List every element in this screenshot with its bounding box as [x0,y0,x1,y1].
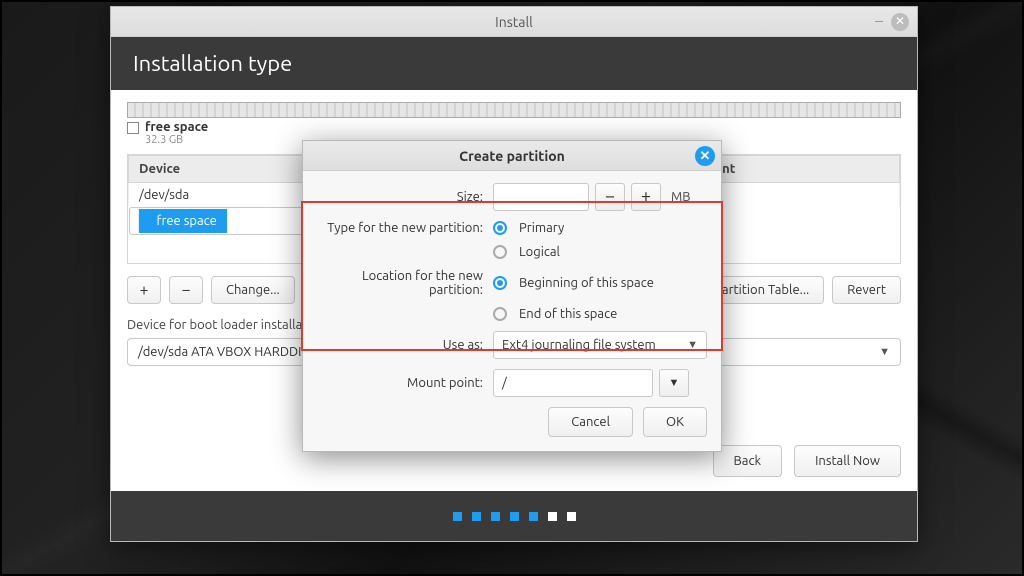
size-increment-button[interactable]: + [631,183,661,211]
remove-partition-button[interactable]: − [169,276,203,304]
dialog-close-icon[interactable]: ✕ [695,146,715,166]
step-pager [111,491,917,541]
radio-logical-label: Logical [519,245,560,259]
change-partition-button[interactable]: Change... [211,276,295,304]
pager-dot[interactable] [548,512,557,521]
chevron-down-icon: ▼ [687,339,698,351]
add-partition-button[interactable]: + [127,276,161,304]
radio-logical[interactable] [493,245,507,259]
chevron-down-icon: ▼ [879,346,890,358]
cell-device: free space [138,209,228,233]
create-partition-dialog: Create partition ✕ Size: − + MB Type for… [302,140,722,452]
size-input[interactable] [493,183,589,211]
size-unit: MB [671,190,691,204]
use-as-select[interactable]: Ext4 journaling file system ▼ [493,331,707,359]
dialog-titlebar: Create partition ✕ [303,141,721,171]
dialog-title: Create partition [459,148,565,164]
bootloader-device-value: /dev/sda ATA VBOX HARDDISK [138,345,316,359]
window-title: Install [495,14,533,30]
size-label: Size: [317,190,493,204]
wizard-nav: Back Install Now [713,445,901,477]
disk-usage-bar[interactable] [127,102,901,118]
ok-button[interactable]: OK [643,407,707,437]
desktop-background: Install – ✕ Installation type free space… [0,0,1024,576]
pager-dot[interactable] [472,512,481,521]
pager-dot[interactable] [510,512,519,521]
pager-dot[interactable] [567,512,576,521]
pager-dot[interactable] [491,512,500,521]
partition-type-label: Type for the new partition: [317,221,493,235]
pager-dot[interactable] [529,512,538,521]
size-decrement-button[interactable]: − [595,183,625,211]
minimize-icon[interactable]: – [875,14,883,28]
back-button[interactable]: Back [713,445,783,477]
radio-location-begin-label: Beginning of this space [519,276,654,290]
radio-location-end-label: End of this space [519,307,617,321]
mount-point-label: Mount point: [317,376,493,390]
page-heading: Installation type [111,37,917,90]
mount-point-input[interactable]: / [493,369,653,397]
revert-button[interactable]: Revert [832,276,901,304]
use-as-label: Use as: [317,338,493,352]
free-space-swatch [127,122,139,134]
radio-location-begin[interactable] [493,276,507,290]
radio-location-end[interactable] [493,307,507,321]
close-icon[interactable]: ✕ [891,13,909,31]
location-label: Location for the new partition: [317,269,493,297]
mount-point-value: / [502,376,507,390]
radio-primary[interactable] [493,221,507,235]
mount-point-dropdown-button[interactable]: ▼ [659,369,689,397]
free-space-size: 32.3 GB [145,134,208,146]
free-space-label: free space [145,120,208,134]
radio-primary-label: Primary [519,221,564,235]
pager-dot[interactable] [453,512,462,521]
use-as-value: Ext4 journaling file system [502,338,656,352]
cancel-button[interactable]: Cancel [548,407,633,437]
install-now-button[interactable]: Install Now [794,445,901,477]
window-titlebar: Install – ✕ [111,7,917,37]
